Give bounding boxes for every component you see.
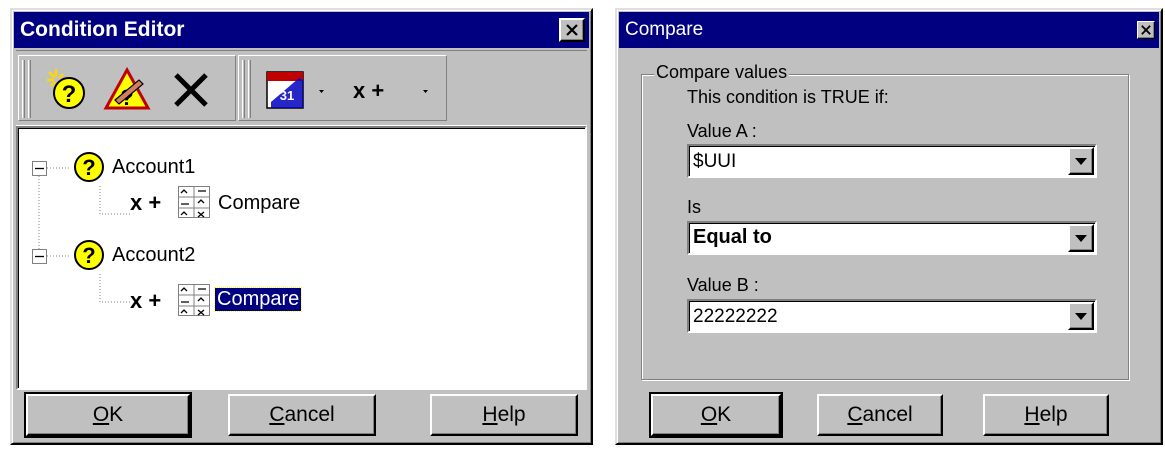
toolbar-grip[interactable] [242, 60, 245, 118]
ok-button[interactable]: OK [24, 392, 192, 438]
close-icon [566, 24, 578, 36]
calendar-condition-button[interactable]: 31 [263, 66, 333, 114]
delete-icon [174, 73, 208, 107]
value-a-label: Value A : [687, 121, 757, 141]
help-label: elp [497, 403, 526, 426]
help-accel: H [1024, 403, 1040, 426]
delete-button[interactable] [167, 66, 215, 114]
chevron-down-icon [1075, 157, 1087, 165]
compare-grid-icon [178, 186, 210, 218]
toolbar-band-edit: ? ? [18, 55, 236, 121]
calendar-icon: 31 [266, 71, 324, 109]
tree-item-account1[interactable]: Account1 [112, 156, 195, 179]
operator-combobox[interactable]: Equal to [687, 221, 1097, 255]
operator-dropdown-button[interactable] [1068, 224, 1094, 252]
compare-icon [353, 78, 428, 103]
help-label: elp [1039, 403, 1068, 426]
compare-values-group: Compare values This condition is TRUE if… [641, 62, 1129, 380]
chevron-down-icon [1075, 234, 1087, 242]
condition-tree[interactable]: Account1 Compare Account2 Compare [16, 126, 587, 390]
window-title: Compare [625, 19, 704, 40]
group-title: Compare values [654, 62, 790, 83]
expand-toggle[interactable] [32, 161, 47, 176]
new-condition-icon: ? [47, 69, 85, 109]
compare-titlebar[interactable]: Compare [619, 12, 1159, 48]
help-button[interactable]: Help [983, 394, 1109, 436]
value-a-dropdown-button[interactable] [1068, 147, 1094, 175]
question-icon [74, 240, 104, 270]
cancel-label: ancel [862, 403, 913, 426]
new-condition-button[interactable]: ? [43, 66, 91, 114]
value-a-value: $UUI [693, 151, 737, 172]
tree-item-compare-selected[interactable]: Compare [213, 287, 303, 312]
ok-label: K [109, 403, 124, 426]
close-button[interactable] [559, 18, 585, 42]
close-icon [1141, 25, 1151, 35]
cancel-accel: C [847, 403, 863, 426]
cancel-button[interactable]: Cancel [817, 394, 943, 436]
value-a-combobox[interactable]: $UUI [687, 144, 1097, 178]
tree-item-compare[interactable]: Compare [218, 192, 300, 215]
toolbar-grip[interactable] [248, 60, 251, 118]
svg-text:?: ? [62, 81, 77, 108]
help-button[interactable]: Help [430, 394, 578, 436]
ok-label: K [717, 403, 732, 426]
svg-text:31: 31 [280, 88, 294, 103]
window-title: Condition Editor [20, 18, 185, 41]
operator-value: Equal to [693, 226, 772, 248]
toolbar-band-insert: 31 [238, 55, 447, 121]
toolbar: ? ? [16, 50, 587, 126]
ok-accel: O [700, 403, 718, 426]
help-accel: H [482, 403, 498, 426]
value-b-label: Value B : [687, 275, 759, 295]
compare-grid-icon [178, 284, 210, 316]
value-b-combobox[interactable]: 22222222 [687, 299, 1097, 333]
expand-toggle[interactable] [32, 249, 47, 264]
toolbar-grip[interactable] [28, 60, 31, 118]
cancel-accel: C [269, 403, 285, 426]
operator-label: Is [687, 197, 702, 217]
ok-button[interactable]: OK [649, 392, 783, 438]
cancel-button[interactable]: Cancel [228, 394, 376, 436]
edit-condition-icon: ? [103, 66, 151, 110]
tree-item-account2[interactable]: Account2 [112, 244, 195, 267]
toolbar-grip[interactable] [22, 60, 25, 118]
description-text: This condition is TRUE if: [687, 87, 889, 107]
question-icon [74, 152, 104, 182]
ok-accel: O [92, 403, 110, 426]
compare-condition-button[interactable] [347, 66, 437, 114]
edit-condition-button[interactable]: ? [103, 66, 151, 114]
close-button[interactable] [1137, 21, 1155, 39]
cancel-label: ancel [284, 403, 335, 426]
condition-editor-window: Condition Editor ? ? [10, 8, 593, 445]
value-b-value: 22222222 [693, 306, 778, 327]
chevron-down-icon [1075, 312, 1087, 320]
condition-editor-titlebar[interactable]: Condition Editor [14, 12, 589, 48]
value-b-dropdown-button[interactable] [1068, 302, 1094, 330]
compare-dialog-window: Compare Compare values This condition is… [615, 8, 1163, 445]
